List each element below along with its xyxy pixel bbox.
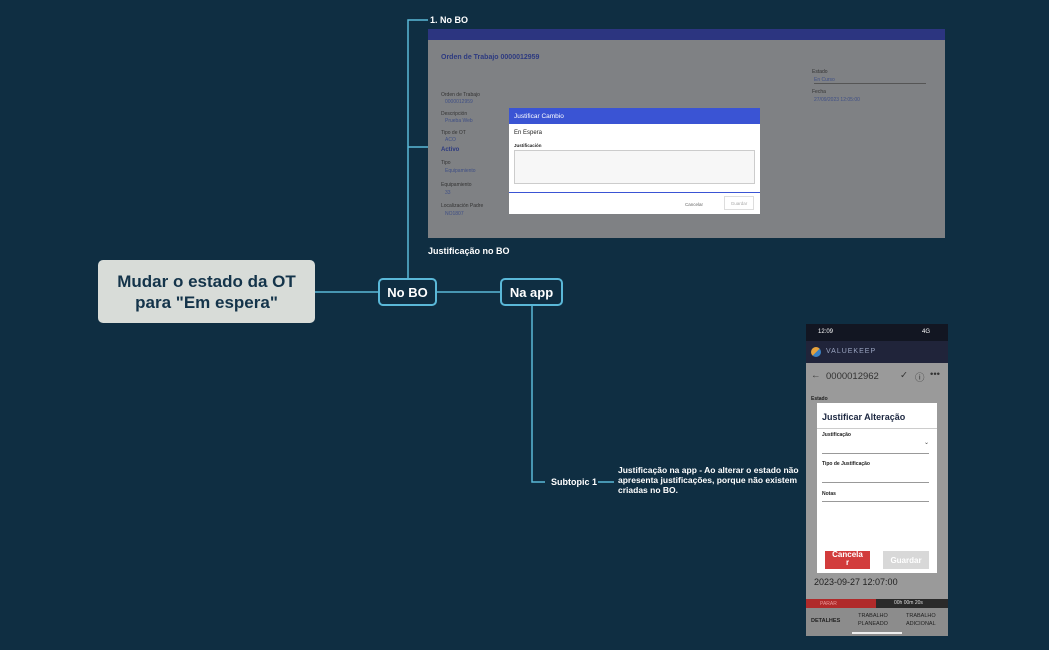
bo-tipo-ot-label: Tipo de OT	[441, 130, 466, 136]
app-date-value: 2023-09-27 12:07:00	[814, 577, 898, 587]
bo-orden-label: Orden de Trabajo	[441, 92, 480, 98]
chevron-down-icon[interactable]: ⌄	[924, 439, 929, 446]
bo-justify-dialog: Justificar Cambio En Espera Justificació…	[509, 108, 760, 214]
bo-tipo-label: Tipo	[441, 160, 451, 166]
app-nav-bar: ← 0000012962 ✓ ⓘ •••	[806, 363, 948, 389]
bo-fecha-value: 27/09/2023 12:05:00	[814, 97, 860, 103]
node-na-app[interactable]: Na app	[500, 278, 563, 306]
app-header: VALUEKEEP	[806, 341, 948, 363]
app-notas-input[interactable]	[822, 501, 929, 502]
child-no-bo-label[interactable]: 1. No BO	[430, 15, 468, 25]
bo-localizacion-label: Localización Padre	[441, 203, 484, 209]
bo-localizacion-value: NO1807	[445, 211, 464, 217]
bo-descripcion-value: Prueba Web	[445, 118, 473, 124]
bo-fecha-label: Fecha	[812, 89, 826, 95]
root-node[interactable]: Mudar o estado da OT para "Em espera"	[98, 260, 315, 323]
app-ot-number: 0000012962	[826, 371, 879, 382]
connector-app-subtopic	[531, 306, 545, 483]
app-logo-icon	[811, 347, 821, 357]
app-stop-button[interactable]: PARAR	[806, 599, 876, 608]
bo-activo-heading: Activo	[441, 147, 460, 153]
app-tipo-input[interactable]	[822, 482, 929, 483]
bo-dialog-field-label: Justificación	[514, 143, 542, 148]
tab-trabalho-planeado[interactable]: TRABALHO PLANEADO	[858, 612, 888, 628]
app-brand: VALUEKEEP	[826, 348, 877, 355]
connector-bo-child	[407, 19, 428, 278]
app-modal-title: Justificar Alteração	[822, 412, 906, 422]
info-icon[interactable]: ⓘ	[915, 370, 925, 384]
bo-estado-select[interactable]: En Curso	[814, 77, 926, 84]
bo-dialog-footer: Cancelar Guardar	[509, 192, 760, 214]
bo-tipo-value: Equipamiento	[445, 168, 476, 174]
bo-tipo-ot-value: ACO	[445, 137, 456, 143]
bo-justification-textarea[interactable]	[514, 150, 755, 184]
bo-save-button[interactable]: Guardar	[724, 196, 754, 210]
app-status-bar: 12:09 4G	[806, 324, 948, 341]
subtopic-label[interactable]: Subtopic 1	[551, 477, 597, 487]
bo-cancel-button[interactable]: Cancelar	[685, 202, 703, 207]
bo-dialog-state: En Espera	[514, 130, 543, 136]
app-screenshot: 12:09 4G VALUEKEEP ← 0000012962 ✓ ⓘ ••• …	[806, 324, 948, 636]
bo-page-title: Orden de Trabajo 0000012959	[441, 54, 540, 61]
app-save-button[interactable]: Guardar	[883, 551, 929, 569]
app-stop-label: PARAR	[820, 600, 837, 607]
node-no-bo[interactable]: No BO	[378, 278, 437, 306]
app-estado-label: Estado	[811, 396, 828, 402]
caption-justificacao-bo: Justificação no BO	[428, 246, 510, 256]
check-icon[interactable]: ✓	[900, 370, 908, 381]
tab-detalhes[interactable]: DETALHES	[811, 617, 840, 625]
bo-orden-value: 0000012959	[445, 99, 473, 105]
bo-dialog-title: Justificar Cambio	[509, 108, 760, 124]
app-modal-divider	[817, 428, 937, 429]
bo-descripcion-label: Descripción	[441, 111, 468, 117]
app-justificacao-label: Justificação	[822, 432, 851, 438]
more-icon[interactable]: •••	[930, 369, 940, 380]
back-arrow-icon[interactable]: ←	[811, 370, 821, 381]
bo-equipamiento-label: Equipamiento	[441, 182, 472, 188]
app-timer: 00h 00m 20s	[894, 600, 923, 606]
app-signal: 4G	[922, 329, 931, 335]
bo-equipamiento-value: 33	[445, 190, 451, 196]
app-tabs: DETALHES TRABALHO PLANEADO TRABALHO ADIC…	[806, 608, 948, 636]
app-notas-label: Notas	[822, 491, 836, 497]
app-justificacao-select[interactable]	[822, 453, 929, 454]
bo-topbar	[428, 29, 945, 40]
bo-screenshot: Orden de Trabajo 0000012959 Estado En Cu…	[428, 29, 945, 238]
app-timer-bar: PARAR 00h 00m 20s	[806, 599, 948, 608]
app-justify-modal: Justificar Alteração Justificação ⌄ Tipo…	[817, 403, 937, 573]
bo-estado-label: Estado	[812, 69, 828, 75]
app-cancel-button[interactable]: Cancela r	[825, 551, 870, 569]
app-clock: 12:09	[818, 329, 834, 335]
app-cancel-label: Cancela r	[832, 550, 863, 567]
home-indicator	[852, 632, 902, 634]
app-tipo-label: Tipo de Justificação	[822, 461, 870, 467]
tab-trabalho-adicional[interactable]: TRABALHO ADICIONAL	[906, 612, 936, 628]
subtopic-note: Justificação na app - Ao alterar o estad…	[618, 465, 799, 495]
